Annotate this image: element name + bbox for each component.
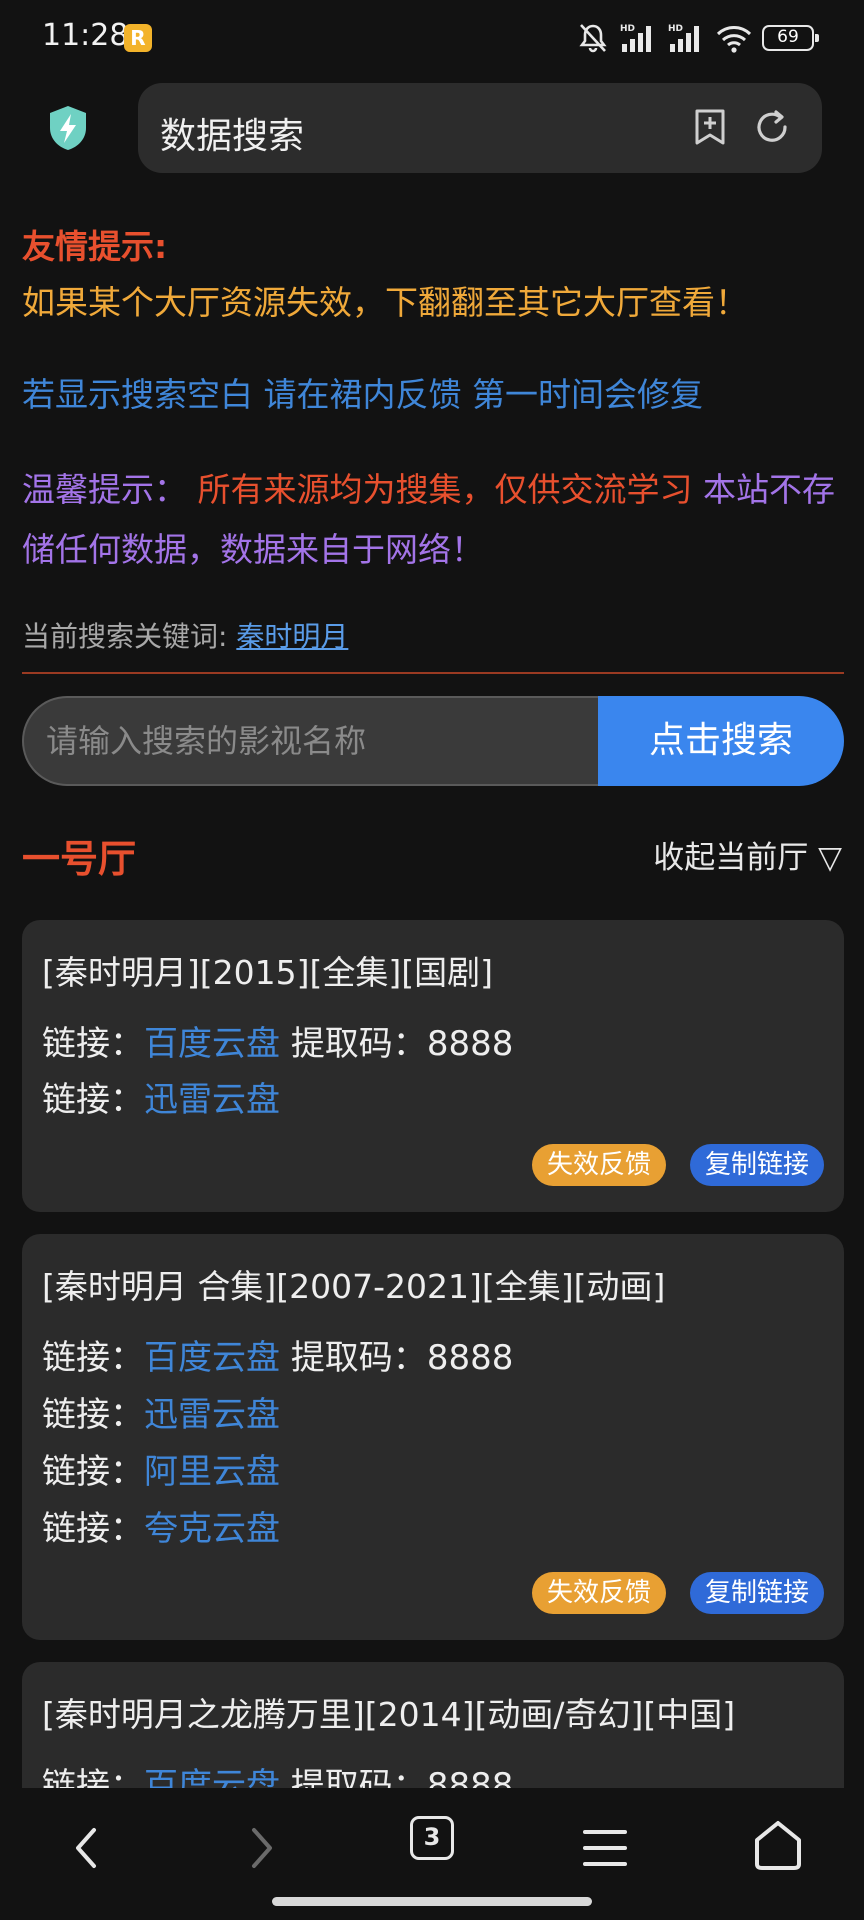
link-row: 链接：阿里云盘 bbox=[42, 1444, 280, 1493]
home-indicator[interactable] bbox=[272, 1897, 592, 1906]
copy-link-button[interactable]: 复制链接 bbox=[690, 1144, 824, 1186]
signal-hd-1-icon: HD bbox=[620, 24, 651, 52]
link-row: 链接：百度云盘 提取码：8888 bbox=[42, 1016, 513, 1065]
warm-notice: 温馨提示： 所有来源均为搜集，仅供交流学习 本站不存储任何数据，数据来自于网络！ bbox=[22, 460, 852, 580]
link-prefix: 链接： bbox=[42, 1080, 144, 1120]
search-button[interactable]: 点击搜索 bbox=[598, 696, 844, 786]
address-text[interactable]: 数据搜索 bbox=[160, 107, 304, 159]
link-row: 链接：迅雷云盘 bbox=[42, 1387, 280, 1436]
result-card: [秦时明月 合集][2007-2021][全集][动画] 链接：百度云盘 提取码… bbox=[22, 1234, 844, 1640]
provider-link[interactable]: 阿里云盘 bbox=[144, 1452, 280, 1492]
feedback-button[interactable]: 失效反馈 bbox=[532, 1572, 666, 1614]
link-prefix: 链接： bbox=[42, 1452, 144, 1492]
code-label: 提取码： bbox=[290, 1338, 427, 1378]
search-bar: 点击搜索 bbox=[22, 696, 844, 786]
keyword-label: 当前搜索关键词: bbox=[22, 620, 237, 653]
current-keyword: 当前搜索关键词: 秦时明月 bbox=[22, 615, 348, 655]
warm-notice-label: 温馨提示： bbox=[22, 470, 187, 509]
battery-level: 69 bbox=[777, 27, 799, 47]
result-title: [秦时明月 合集][2007-2021][全集][动画] bbox=[42, 1267, 666, 1306]
wifi-icon bbox=[716, 26, 752, 53]
link-row: 链接：百度云盘 提取码：8888 bbox=[42, 1330, 513, 1379]
result-card: [秦时明月][2015][全集][国剧] 链接：百度云盘 提取码：8888 链接… bbox=[22, 920, 844, 1212]
svg-text:HD: HD bbox=[668, 24, 683, 34]
status-icons: HD HD 69 bbox=[576, 20, 819, 56]
reload-icon[interactable] bbox=[752, 107, 792, 147]
feedback-button[interactable]: 失效反馈 bbox=[532, 1144, 666, 1186]
provider-link[interactable]: 迅雷云盘 bbox=[144, 1395, 280, 1435]
forward-icon[interactable] bbox=[244, 1824, 278, 1872]
link-prefix: 链接： bbox=[42, 1509, 144, 1549]
mute-bell-icon bbox=[579, 24, 607, 53]
tab-count: 3 bbox=[423, 1823, 441, 1851]
battery-icon: 69 bbox=[762, 25, 819, 51]
provider-link[interactable]: 迅雷云盘 bbox=[144, 1080, 280, 1120]
status-bar: 11:28 R HD HD 69 bbox=[0, 0, 864, 72]
provider-link[interactable]: 百度云盘 bbox=[144, 1024, 280, 1064]
shield-icon[interactable] bbox=[46, 104, 90, 152]
code-label: 提取码： bbox=[290, 1024, 427, 1064]
home-icon[interactable] bbox=[752, 1818, 804, 1872]
provider-link[interactable]: 夸克云盘 bbox=[144, 1509, 280, 1549]
link-prefix: 链接： bbox=[42, 1395, 144, 1435]
result-title: [秦时明月之龙腾万里][2014][动画/奇幻][中国] bbox=[42, 1695, 736, 1734]
notification-app-icon: R bbox=[124, 24, 152, 52]
provider-link[interactable]: 百度云盘 bbox=[144, 1338, 280, 1378]
friendly-notice-title: 友情提示: bbox=[22, 227, 168, 266]
keyword-link[interactable]: 秦时明月 bbox=[236, 620, 348, 653]
divider bbox=[22, 672, 844, 674]
feedback-notice-text: 若显示搜索空白 请在裙内反馈 第一时间会修复 bbox=[22, 375, 703, 414]
menu-icon[interactable] bbox=[582, 1828, 628, 1868]
address-bar[interactable]: 数据搜索 bbox=[138, 83, 822, 173]
bookmark-add-icon[interactable] bbox=[690, 107, 730, 147]
back-icon[interactable] bbox=[70, 1824, 104, 1872]
svg-text:HD: HD bbox=[620, 24, 635, 34]
friendly-notice-text: 如果某个大厅资源失效，下翻翻至其它大厅查看！ bbox=[22, 283, 748, 322]
link-prefix: 链接： bbox=[42, 1024, 144, 1064]
warm-notice-disclaimer: 所有来源均为搜集，仅供交流学习 bbox=[197, 470, 693, 509]
collapse-hall-toggle[interactable]: 收起当前厅 ▽ bbox=[653, 832, 842, 877]
hall-title: 一号厅 bbox=[22, 837, 137, 881]
tabs-icon[interactable]: 3 bbox=[410, 1816, 454, 1860]
status-time: 11:28 bbox=[42, 18, 129, 53]
copy-link-button[interactable]: 复制链接 bbox=[690, 1572, 824, 1614]
link-row: 链接：夸克云盘 bbox=[42, 1501, 280, 1550]
link-prefix: 链接： bbox=[42, 1338, 144, 1378]
link-row: 链接：迅雷云盘 bbox=[42, 1072, 280, 1121]
screen: 11:28 R HD HD 69 数据搜索 友情提示: 如果某个大厅资源失效，下… bbox=[0, 0, 864, 1920]
result-title: [秦时明月][2015][全集][国剧] bbox=[42, 953, 493, 992]
extraction-code: 8888 bbox=[426, 1024, 514, 1064]
signal-hd-2-icon: HD bbox=[668, 24, 699, 52]
search-input[interactable] bbox=[22, 696, 622, 786]
extraction-code: 8888 bbox=[426, 1338, 514, 1378]
